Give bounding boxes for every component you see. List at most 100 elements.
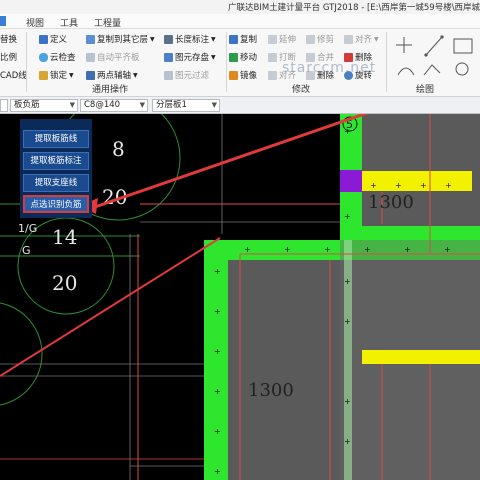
draw-tools xyxy=(396,35,473,76)
menu-bar: 视图 工具 工程量 xyxy=(0,14,480,29)
dimension-text: 20 xyxy=(52,271,77,295)
cad-line-button[interactable]: CAD线 xyxy=(0,69,27,81)
define-icon xyxy=(39,34,48,44)
layer-combo[interactable]: 分层板1 ▼ xyxy=(152,99,220,112)
menu-accent-icon xyxy=(0,16,6,26)
copy-to-other-floor-button[interactable]: 复制到其它层 ▼ xyxy=(86,33,155,45)
extract-rebar-label-button[interactable]: 提取板筋标注 xyxy=(23,152,89,170)
trim-icon xyxy=(306,34,315,44)
cloud-check-button[interactable]: 云检查 xyxy=(39,51,76,63)
menu-quantity[interactable]: 工程量 xyxy=(94,16,121,29)
point-recognize-negative-rebar-button[interactable]: 点选识别负筋 xyxy=(23,195,89,213)
length-dimension-button[interactable]: 长度标注 ▼ xyxy=(164,33,216,45)
svg-text:+: + xyxy=(344,277,351,286)
group-draw-label: 绘图 xyxy=(416,85,435,95)
svg-text:+: + xyxy=(344,317,351,326)
define-button[interactable]: 定义 xyxy=(39,33,67,45)
axis-icon xyxy=(86,70,95,80)
group-general-label: 通用操作 xyxy=(92,85,129,95)
menu-view[interactable]: 视图 xyxy=(26,16,44,29)
move-button[interactable]: 移动 xyxy=(229,51,257,63)
extend-button[interactable]: 延伸 xyxy=(268,33,296,45)
svg-text:+: + xyxy=(214,467,221,476)
extend-icon xyxy=(268,34,277,44)
annotation-arrow xyxy=(0,237,221,377)
copy-button[interactable]: 复制 xyxy=(229,33,257,45)
svg-text:+: + xyxy=(324,245,331,254)
trim-button[interactable]: 修剪 xyxy=(306,33,334,45)
ribbon-separator xyxy=(226,32,227,92)
element-filter-button[interactable]: 图元过滤 xyxy=(164,69,209,81)
replace-button[interactable]: 替换 xyxy=(0,33,17,45)
auto-align-slab-button[interactable]: 自动平齐板 xyxy=(86,51,140,63)
circle-draw-icon[interactable] xyxy=(455,62,469,76)
axis-label: 1/G xyxy=(18,222,37,235)
align-right-button[interactable]: 对齐 ▼ xyxy=(344,33,379,45)
element-name-combo[interactable]: C8@140 ▼ xyxy=(80,99,148,112)
ribbon-separator xyxy=(26,32,27,92)
filter-icon xyxy=(164,70,173,80)
extract-rebar-line-button[interactable]: 提取板筋线 xyxy=(23,130,89,148)
copy-layer-icon xyxy=(86,34,95,44)
two-point-axis-button[interactable]: 两点辅轴 ▼ xyxy=(86,69,138,81)
watermark: starccm.net xyxy=(282,60,377,76)
rebar-band xyxy=(362,171,472,191)
save-icon xyxy=(164,52,173,62)
window-title: 广联达BIM土建计量平台 GTJ2018 - [E:\西岸第一城59号楼\西岸城… xyxy=(228,3,480,13)
ribbon: 替换 比例 CAD线 定义 云检查 锁定 ▼ 复制到其它层 ▼ 自动平齐板 两点辅轴… xyxy=(0,29,480,96)
svg-text:+: + xyxy=(395,181,402,190)
copy-icon xyxy=(229,34,238,44)
extract-support-line-button[interactable]: 提取支座线 xyxy=(23,174,89,192)
align-slab-icon xyxy=(86,52,95,62)
align-icon xyxy=(268,70,277,80)
polyline-draw-icon[interactable] xyxy=(423,64,441,76)
scale-button[interactable]: 比例 xyxy=(0,51,17,63)
lock-button[interactable]: 锁定 ▼ xyxy=(39,69,74,81)
svg-text:+: + xyxy=(445,181,452,190)
axis-label: G xyxy=(22,244,31,257)
chevron-down-icon: ▼ xyxy=(69,101,75,109)
line-draw-icon[interactable] xyxy=(424,35,444,57)
dimension-text: 8 xyxy=(112,137,125,161)
lock-icon xyxy=(39,70,48,80)
svg-text:+: + xyxy=(344,212,351,221)
chevron-down-icon: ▼ xyxy=(139,101,145,109)
svg-text:+: + xyxy=(214,307,221,316)
mirror-button[interactable]: 镜像 xyxy=(229,69,257,81)
dimension-text: 14 xyxy=(52,225,77,249)
dimension-icon xyxy=(164,34,173,44)
cad-recognition-panel: 提取板筋线 提取板筋标注 提取支座线 点选识别负筋 xyxy=(20,119,92,218)
svg-text:+: + xyxy=(214,427,221,436)
svg-text:+: + xyxy=(284,245,291,254)
svg-text:+: + xyxy=(214,387,221,396)
menu-tools[interactable]: 工具 xyxy=(60,16,78,29)
svg-text:+: + xyxy=(364,245,371,254)
svg-text:+: + xyxy=(404,245,411,254)
svg-text:+: + xyxy=(370,181,377,190)
svg-text:+: + xyxy=(344,127,351,136)
mirror-icon xyxy=(229,70,238,80)
move-icon xyxy=(229,52,238,62)
element-save-button[interactable]: 图元存盘 ▼ xyxy=(164,51,216,63)
point-draw-icon[interactable] xyxy=(396,37,412,53)
svg-text:+: + xyxy=(244,245,251,254)
floor-combo[interactable] xyxy=(0,99,8,112)
rebar-band xyxy=(362,350,480,364)
ribbon-separator xyxy=(386,32,387,92)
property-bar: 板负筋 ▼ C8@140 ▼ 分层板1 ▼ xyxy=(0,96,480,114)
align-right-icon xyxy=(344,34,353,44)
title-bar: 广联达BIM土建计量平台 GTJ2018 - [E:\西岸第一城59号楼\西岸城… xyxy=(0,0,480,14)
column-marker xyxy=(340,170,362,192)
group-modify-label: 修改 xyxy=(292,85,311,95)
chevron-down-icon: ▼ xyxy=(211,101,217,109)
svg-text:+: + xyxy=(214,267,221,276)
arc-draw-icon[interactable] xyxy=(397,67,415,76)
svg-text:+: + xyxy=(344,437,351,446)
rect-draw-icon[interactable] xyxy=(453,38,473,54)
break-icon xyxy=(268,52,277,62)
svg-text:+: + xyxy=(420,181,427,190)
element-type-combo[interactable]: 板负筋 ▼ xyxy=(10,99,78,112)
svg-text:+: + xyxy=(344,397,351,406)
svg-text:+: + xyxy=(444,245,451,254)
rebar-length-label: 1300 xyxy=(248,380,294,401)
